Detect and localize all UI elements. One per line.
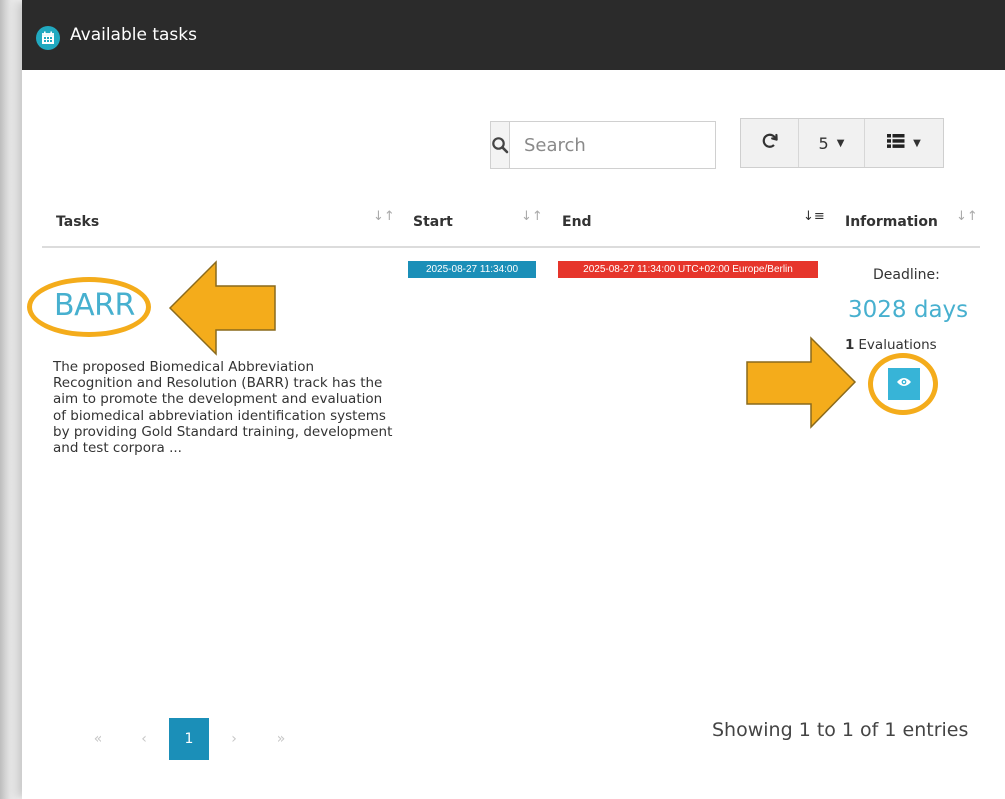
refresh-button[interactable] xyxy=(741,119,799,167)
chevron-down-icon: ▼ xyxy=(913,137,921,149)
highlight-circle xyxy=(27,277,151,337)
left-arrow-annotation xyxy=(168,260,276,356)
task-description: The proposed Biomedical Abbreviation Rec… xyxy=(53,359,393,457)
calendar-icon xyxy=(36,26,60,50)
pagination-first[interactable]: « xyxy=(78,718,118,760)
highlight-circle xyxy=(868,353,938,415)
search-icon xyxy=(491,122,510,168)
column-header-start[interactable]: Start xyxy=(413,214,453,230)
sort-desc-icon[interactable]: ↓≡ xyxy=(803,209,825,224)
sort-icon[interactable]: ↓↑ xyxy=(373,209,395,224)
search-group xyxy=(490,121,751,169)
search-input[interactable] xyxy=(510,122,751,168)
columns-list-icon xyxy=(887,133,905,153)
page-size-dropdown[interactable]: 5 ▼ xyxy=(799,119,865,167)
column-header-information[interactable]: Information xyxy=(845,214,938,230)
chevron-down-icon: ▼ xyxy=(836,137,845,149)
column-header-end[interactable]: End xyxy=(562,214,592,230)
evaluations-label: Evaluations xyxy=(858,337,937,353)
pagination-page-1[interactable]: 1 xyxy=(169,718,209,760)
sort-icon[interactable]: ↓↑ xyxy=(956,209,978,224)
column-header-tasks[interactable]: Tasks xyxy=(56,214,99,230)
sort-icon[interactable]: ↓↑ xyxy=(521,209,543,224)
start-date-badge: 2025-08-27 11:34:00 xyxy=(408,261,536,278)
deadline-label: Deadline: xyxy=(873,267,940,283)
refresh-icon xyxy=(761,132,779,154)
entries-summary: Showing 1 to 1 of 1 entries xyxy=(712,719,969,741)
columns-dropdown[interactable]: ▼ xyxy=(865,119,943,167)
table-header-divider xyxy=(42,246,980,248)
right-arrow-annotation xyxy=(746,336,857,429)
end-date-badge: 2025-08-27 11:34:00 UTC+02:00 Europe/Ber… xyxy=(558,261,818,278)
table-toolbar: 5 ▼ ▼ xyxy=(740,118,944,168)
pagination-prev[interactable]: ‹ xyxy=(124,718,164,760)
panel-header: Available tasks xyxy=(22,0,1005,70)
page-size-value: 5 xyxy=(818,133,829,153)
pagination-last[interactable]: » xyxy=(261,718,301,760)
deadline-days: 3028 days xyxy=(848,297,969,323)
pagination-next[interactable]: › xyxy=(214,718,254,760)
panel-title: Available tasks xyxy=(70,25,197,45)
evaluations-info: 1 Evaluations xyxy=(845,337,937,353)
